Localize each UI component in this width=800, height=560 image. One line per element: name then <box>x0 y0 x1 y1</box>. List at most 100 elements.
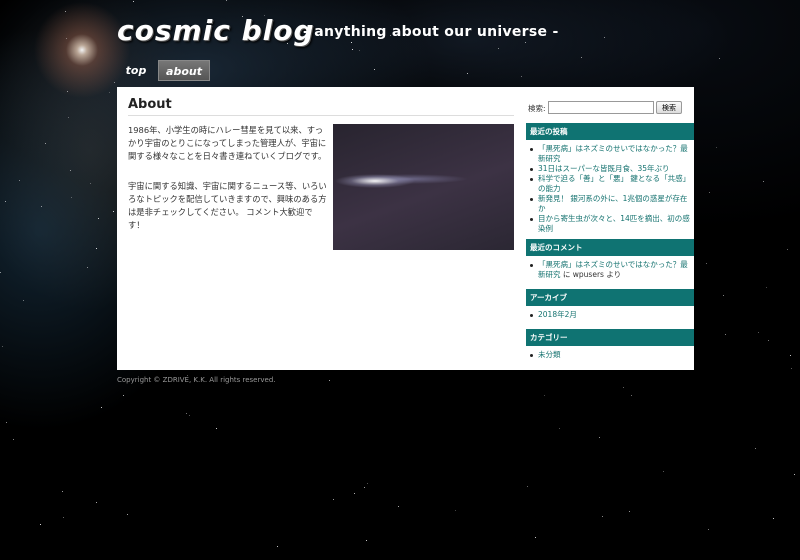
star <box>216 428 217 429</box>
star <box>709 192 710 193</box>
star <box>114 82 115 83</box>
star <box>127 514 128 515</box>
star <box>68 117 69 118</box>
nav-item-about[interactable]: about <box>158 60 210 81</box>
star <box>716 147 717 148</box>
star <box>66 38 67 39</box>
star <box>374 69 375 70</box>
star <box>101 407 102 408</box>
star <box>186 413 187 414</box>
star <box>766 287 767 288</box>
star <box>333 499 334 500</box>
comet-photo <box>333 124 514 250</box>
star <box>226 0 227 1</box>
star <box>366 540 367 541</box>
site-logo[interactable]: cosmic blog <box>117 14 315 47</box>
star <box>123 395 124 396</box>
star <box>763 181 764 182</box>
star <box>706 263 707 264</box>
recent-post-link[interactable]: 科学で迫る「善」と「悪」 鍵となる「共感」の能力 <box>526 174 694 194</box>
star <box>725 334 726 335</box>
star <box>19 180 20 181</box>
star <box>354 493 355 494</box>
recent-post-link[interactable]: 目から寄生虫が次々と、14匹を摘出、初の感染例 <box>526 214 694 234</box>
star <box>90 183 91 184</box>
star <box>758 332 759 333</box>
archives-list: 2018年2月 <box>526 310 694 320</box>
comment-author-text: に wpusers より <box>562 270 622 279</box>
star <box>791 368 792 369</box>
search-input[interactable] <box>548 101 654 114</box>
search-button[interactable]: 検索 <box>656 101 682 114</box>
star <box>723 295 724 296</box>
star <box>599 437 600 438</box>
star <box>277 546 278 547</box>
star <box>41 206 42 207</box>
star <box>113 211 114 212</box>
star <box>352 49 353 50</box>
star <box>467 73 468 74</box>
copyright-text: Copyright © ZDRIVE, K.K. All rights rese… <box>117 376 276 384</box>
archives-heading: アーカイブ <box>526 289 694 306</box>
star <box>525 42 526 43</box>
star <box>96 502 97 503</box>
recent-post-link[interactable]: 「黒死病」はネズミのせいではなかった？最新研究 <box>526 144 694 164</box>
star <box>6 422 7 423</box>
star <box>189 415 190 416</box>
site-tagline: - anything about our universe - <box>303 24 559 40</box>
recent-posts-list: 「黒死病」はネズミのせいではなかった？最新研究 31日はスーパーな皆既月食、35… <box>526 144 694 234</box>
star <box>359 50 360 51</box>
star <box>719 58 720 59</box>
star <box>790 355 791 356</box>
intro-paragraph: 1986年、小学生の時にハレー彗星を見て以来、すっかり宇宙のとりこになってしまっ… <box>128 125 327 161</box>
star <box>329 380 330 381</box>
star <box>455 510 456 511</box>
star <box>544 395 545 396</box>
star <box>663 471 664 472</box>
star <box>133 1 134 2</box>
star <box>71 197 72 198</box>
content-panel: About 1986年、小学生の時にハレー彗星を見て以来、すっかり宇宙のとりこに… <box>117 87 694 370</box>
recent-post-link[interactable]: 31日はスーパーな皆既月食、35年ぶり <box>526 164 694 174</box>
star <box>398 506 399 507</box>
star <box>498 48 499 49</box>
main-content: About 1986年、小学生の時にハレー彗星を見て以来、すっかり宇宙のとりこに… <box>128 97 514 250</box>
category-link[interactable]: 未分類 <box>526 350 694 360</box>
star <box>787 249 788 250</box>
nav-item-top[interactable]: top <box>117 60 155 81</box>
star <box>5 201 6 202</box>
star <box>773 518 774 519</box>
star <box>631 395 632 396</box>
star <box>23 300 24 301</box>
recent-comments-list: 「黒死病」はネズミのせいではなかった？最新研究 に wpusers より <box>526 260 694 280</box>
star <box>40 524 41 525</box>
recent-comments-heading: 最近のコメント <box>526 239 694 256</box>
star <box>62 491 63 492</box>
star <box>96 248 97 249</box>
star <box>581 57 582 58</box>
star <box>98 218 99 219</box>
star <box>527 486 528 487</box>
recent-posts-heading: 最近の投稿 <box>526 123 694 140</box>
star <box>87 267 88 268</box>
star <box>521 76 522 77</box>
star <box>45 143 46 144</box>
star <box>535 537 536 538</box>
categories-list: 未分類 <box>526 350 694 360</box>
star <box>63 517 64 518</box>
recent-comment-item: 「黒死病」はネズミのせいではなかった？最新研究 に wpusers より <box>526 260 694 280</box>
star <box>708 529 709 530</box>
recent-post-link[interactable]: 新発見！ 銀河系の外に、1兆個の惑星が存在か <box>526 194 694 214</box>
star <box>602 516 603 517</box>
star <box>755 448 756 449</box>
star <box>623 387 624 388</box>
star <box>70 170 71 171</box>
star <box>364 487 365 488</box>
star <box>351 42 352 43</box>
star <box>629 511 630 512</box>
page-title: About <box>128 97 514 116</box>
archive-link[interactable]: 2018年2月 <box>526 310 694 320</box>
star <box>604 37 605 38</box>
star <box>2 346 3 347</box>
star <box>0 272 1 273</box>
